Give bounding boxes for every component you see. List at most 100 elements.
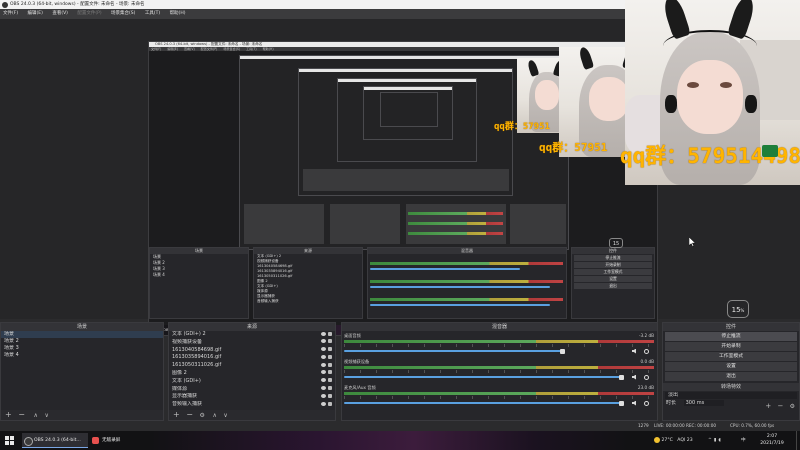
scene-item[interactable]: 场景 [1, 331, 163, 338]
speaker-icon[interactable] [632, 348, 636, 354]
scenes-footer: + − ∧ ∨ [1, 410, 163, 420]
source-item[interactable]: 文本 (GDI+) 2 [169, 331, 335, 339]
menu-profile[interactable]: 配置文件(P) [77, 11, 101, 16]
visibility-eye-icon [321, 339, 326, 344]
add-scene-button[interactable]: + [5, 410, 12, 419]
speaker-icon[interactable] [632, 374, 636, 380]
transition-select[interactable]: 淡出 [665, 392, 797, 399]
volume-fader[interactable] [344, 350, 563, 352]
green-badge [762, 145, 778, 157]
clock-date: 2021/7/19 [760, 441, 784, 446]
move-source-down-button[interactable]: ∨ [223, 412, 227, 419]
track-gear-icon[interactable] [644, 374, 649, 380]
clock[interactable]: 2:07 2021/7/19 [752, 433, 792, 448]
lock-icon [328, 401, 332, 406]
menu-scene-collection[interactable]: 场景集合(S) [111, 11, 135, 16]
source-item[interactable]: 1613050311026.gif [169, 362, 335, 370]
studio-mode-button[interactable]: 工作室模式 [665, 352, 797, 361]
add-source-button[interactable]: + [173, 410, 180, 419]
visibility-eye-icon [321, 370, 326, 375]
transition-settings-gear-icon[interactable]: ⚙ [790, 403, 795, 410]
menu-help[interactable]: 帮助(H) [170, 11, 186, 16]
move-source-up-button[interactable]: ∧ [212, 412, 216, 419]
volume-fader[interactable] [344, 402, 622, 404]
speaker-icon[interactable] [632, 400, 636, 406]
start-recording-button[interactable]: 开始录制 [665, 342, 797, 351]
windows-start-icon[interactable] [5, 436, 14, 445]
source-item[interactable]: 媒体源 [169, 386, 335, 394]
taskbar-obs-button[interactable]: OBS 24.0.3 (64-bit... [22, 433, 88, 448]
stop-streaming-button[interactable]: 停止推流 [665, 332, 797, 341]
volume-fader-knob[interactable] [559, 348, 565, 354]
source-item[interactable]: 音频输入捕获 [169, 401, 335, 409]
lock-icon [328, 354, 332, 359]
nested-sources-2 [330, 204, 400, 244]
nested-sources-dock: 来源 文本 (GDI+) 2 视频捕获设备 1613040584698.gif … [253, 247, 363, 319]
source-settings-gear-icon[interactable]: ⚙ [200, 412, 205, 419]
show-desktop-button[interactable] [796, 431, 800, 450]
duration-label: 时长 [666, 400, 677, 406]
system-tray-icons[interactable]: ^▮◖ [708, 431, 723, 450]
nested-scenes-dock: 场景 场景 场景 2 场景 3 场景 4 [149, 247, 249, 319]
live-time: LIVE: 00:00:00 [654, 423, 685, 428]
mouse-cursor-icon [688, 236, 696, 249]
scene-item[interactable]: 场景 4 [1, 352, 163, 359]
ime-indicator[interactable]: 中 [741, 431, 746, 450]
source-item[interactable]: 显示器捕获 [169, 393, 335, 401]
nested-docks-row: 场景 场景 场景 2 场景 3 场景 4 来源 文本 (GDI+) 2 视频捕获… [149, 247, 657, 322]
remove-scene-button[interactable]: − [18, 410, 25, 419]
nested-preview-2 [298, 68, 513, 196]
transition-footer: + − ⚙ [765, 402, 795, 410]
track-name: 桌面音频 [344, 333, 361, 338]
exit-button[interactable]: 退出 [665, 372, 797, 381]
weather-widget[interactable]: 27°C AQI 23 [654, 431, 693, 450]
cpu-fps: CPU: 0.7%, 60.00 fps [730, 423, 775, 428]
lock-icon [328, 378, 332, 383]
sources-header: 来源 [169, 323, 335, 331]
track-name: 视频捕获设备 [344, 359, 370, 364]
visibility-eye-icon [321, 354, 326, 359]
nested-preview-4 [363, 86, 453, 140]
scene-item[interactable]: 场景 2 [1, 338, 163, 345]
preview-canvas[interactable]: OBS 24.0.3 (64-bit, windows) - 配置文件: 未命名… [148, 41, 658, 336]
track-gear-icon[interactable] [644, 400, 649, 406]
menu-tools[interactable]: 工具(T) [145, 11, 160, 16]
source-item[interactable]: 图像 2 [169, 370, 335, 378]
visibility-eye-icon [321, 386, 326, 391]
volume-fader[interactable] [344, 376, 622, 378]
taskbar-app-label: 无敌录屏 [102, 438, 121, 443]
settings-button[interactable]: 设置 [665, 362, 797, 371]
volume-meter [344, 340, 654, 343]
preview-area[interactable]: OBS 24.0.3 (64-bit, windows) - 配置文件: 未命名… [0, 0, 800, 336]
volume-fader-knob[interactable] [618, 400, 624, 406]
source-item[interactable]: 1613040584698.gif [169, 347, 335, 355]
add-transition-button[interactable]: + [765, 402, 771, 410]
menu-file[interactable]: 文件(F) [3, 11, 18, 16]
move-scene-down-button[interactable]: ∨ [44, 412, 48, 419]
scene-item[interactable]: 场景 3 [1, 345, 163, 352]
aqi-value: AQI 23 [677, 438, 693, 443]
status-bar: 1279 LIVE: 00:00:00 REC: 00:00:00 CPU: 0… [0, 421, 800, 431]
weather-temp: 27°C [661, 438, 673, 443]
volume-fader-knob[interactable] [618, 374, 624, 380]
visibility-eye-icon [321, 331, 326, 336]
duration-input[interactable]: 300 ms [683, 400, 725, 406]
lock-icon [328, 339, 332, 344]
remove-source-button[interactable]: − [186, 410, 193, 419]
remove-transition-button[interactable]: − [778, 402, 784, 410]
performance-value: 15 [731, 306, 741, 314]
source-item[interactable]: 文本 (GDI+) [169, 378, 335, 386]
obs-icon [24, 437, 33, 446]
menu-view[interactable]: 查看(V) [52, 11, 68, 16]
track-gear-icon[interactable] [644, 348, 649, 354]
lock-icon [328, 386, 332, 391]
taskbar-recorder-button[interactable]: 无敌录屏 [90, 433, 150, 448]
scenes-header: 场景 [1, 323, 163, 331]
lock-icon [328, 331, 332, 336]
source-item[interactable]: 1613035894016.gif [169, 354, 335, 362]
taskbar-wallpaper-strip [150, 431, 630, 450]
source-item[interactable]: 视频捕获设备 [169, 339, 335, 347]
move-scene-up-button[interactable]: ∧ [34, 412, 38, 419]
track-db: -3.2 dB [638, 333, 654, 338]
menu-edit[interactable]: 编辑(E) [28, 11, 43, 16]
